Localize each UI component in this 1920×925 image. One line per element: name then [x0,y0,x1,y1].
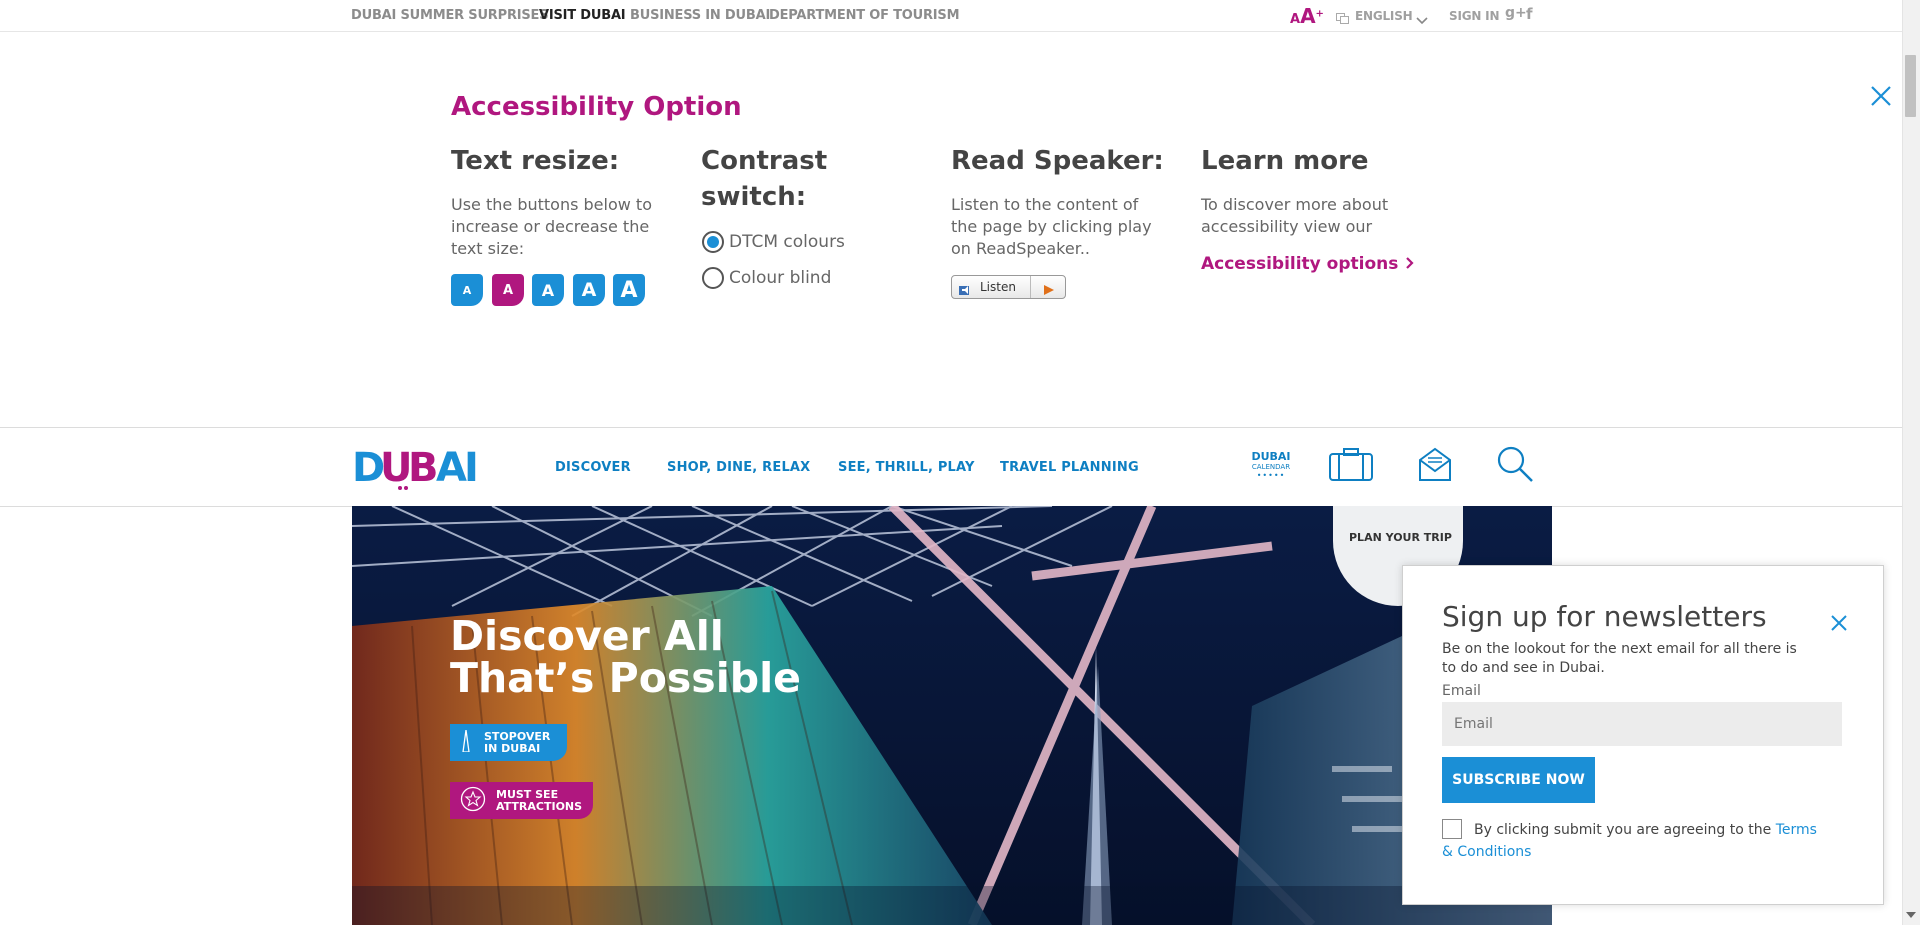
link-visit-dubai[interactable]: VISIT DUBAI [539,8,626,23]
listen-button[interactable]: Listen [951,275,1066,299]
accessibility-options-link[interactable]: Accessibility options [1201,254,1414,274]
radio-dtcm-colours[interactable] [702,231,724,253]
font-size-toggle[interactable]: AA+ [1290,4,1324,28]
read-speaker-description: Listen to the content of the page by cli… [951,195,1152,258]
font-large-glyph: A [1300,4,1316,28]
newsletter-envelope-icon[interactable] [1418,446,1452,486]
mustsee-label-line2: ATTRACTIONS [496,799,583,813]
main-navigation: D U B A I DISCOVER SHOP, DINE, RELAX SEE… [0,427,1902,507]
hero-title-line2: That’s Possible [450,654,801,702]
radio-selected-dot [707,236,719,248]
stopover-label-line1: STOPOVER [484,729,551,743]
svg-text:A: A [436,445,467,491]
radio-colour-blind[interactable] [702,267,724,289]
stopover-label-line2: IN DUBAI [484,741,541,755]
text-resize-description: Use the buttons below to increase or dec… [451,195,652,258]
must-see-attractions-button[interactable]: MUST SEE ATTRACTIONS [450,782,593,819]
facebook-icon[interactable]: f [1526,5,1533,23]
mustsee-label-line1: MUST SEE [496,787,559,801]
nav-see-thrill-play[interactable]: SEE, THRILL, PLAY [838,460,975,475]
contrast-heading-line1: Contrast [701,146,828,176]
newsletter-description: Be on the lookout for the next email for… [1442,641,1797,676]
hero-title-line1: Discover All [450,612,724,660]
listen-label: Listen [980,280,1016,294]
svg-text:I: I [464,445,479,491]
accessibility-title: Accessibility Option [451,92,742,122]
subscribe-now-button[interactable]: SUBSCRIBE NOW [1442,757,1595,803]
speaker-icon [959,281,971,300]
consent-text: By clicking submit you are agreeing to t… [1474,822,1776,838]
consent-text-block: By clicking submit you are agreeing to t… [1442,819,1832,863]
read-speaker-heading: Read Speaker: [951,146,1164,176]
hero-banner: PLAN YOUR TRIP Discover All That’s Possi… [352,506,1552,925]
dubai-calendar-button[interactable]: DUBAI CALENDAR ••••• [1249,451,1293,485]
nav-discover[interactable]: DISCOVER [555,460,631,475]
plan-trip-label: PLAN YOUR TRIP [1349,531,1452,544]
contrast-heading-line2: switch: [701,182,807,212]
text-size-button-2[interactable]: A [492,274,524,306]
link-business-in-dubai[interactable]: BUSINESS IN DUBAI [630,8,770,23]
radio-label-colour-blind[interactable]: Colour blind [729,268,831,288]
top-utility-bar: DUBAI SUMMER SURPRISES VISIT DUBAI BUSIN… [0,0,1902,32]
accessibility-options-label: Accessibility options [1201,254,1399,274]
nav-shop-dine-relax[interactable]: SHOP, DINE, RELAX [667,460,810,475]
suitcase-icon[interactable] [1329,448,1373,486]
text-size-button-1[interactable]: A [451,274,483,306]
font-small-glyph: A [1290,12,1301,27]
newsletter-close-icon[interactable] [1830,614,1848,636]
stopover-label: STOPOVER IN DUBAI [484,729,551,755]
star-icon [460,786,486,815]
email-input[interactable] [1442,702,1842,746]
text-size-button-5[interactable]: A [613,274,645,306]
newsletter-popup: Sign up for newsletters Be on the lookou… [1402,565,1884,905]
email-label: Email [1442,683,1481,699]
radio-label-dtcm-colours[interactable]: DTCM colours [729,232,845,252]
newsletter-title: Sign up for newsletters [1442,600,1767,633]
chevron-down-icon[interactable] [1416,10,1428,29]
text-size-button-3[interactable]: A [532,274,564,306]
link-department-of-tourism[interactable]: DEPARTMENT OF TOURISM [769,8,960,23]
burj-tower-icon [460,729,474,755]
translate-icon [1336,9,1349,24]
link-dubai-summer-surprises[interactable]: DUBAI SUMMER SURPRISES [351,8,549,23]
play-icon [1043,281,1055,300]
scroll-down-arrow-icon[interactable] [1906,912,1916,918]
svg-text:B: B [408,445,437,491]
learn-more-heading: Learn more [1201,146,1369,176]
scrollbar-thumb[interactable] [1905,55,1916,117]
dubai-logo[interactable]: D U B A I [352,443,484,491]
page-scrollbar[interactable] [1902,0,1920,925]
listen-divider [1030,276,1031,298]
text-size-button-4[interactable]: A [573,274,605,306]
close-icon[interactable] [1869,84,1893,112]
font-plus-glyph: + [1315,8,1324,20]
svg-text:U: U [380,445,410,491]
calendar-dots-icon: ••••• [1256,471,1286,480]
google-plus-icon[interactable]: g+ [1505,5,1527,21]
learn-more-description: To discover more about accessibility vie… [1201,195,1389,236]
nav-travel-planning[interactable]: TRAVEL PLANNING [1000,460,1139,475]
text-resize-heading: Text resize: [451,146,620,176]
language-selector[interactable]: ENGLISH [1355,9,1413,23]
mustsee-label: MUST SEE ATTRACTIONS [496,787,583,813]
sign-in-link[interactable]: SIGN IN [1449,9,1499,23]
stopover-in-dubai-button[interactable]: STOPOVER IN DUBAI [450,724,567,761]
chevron-right-icon [1406,254,1414,274]
search-icon[interactable] [1496,445,1534,487]
calendar-label-line1: DUBAI [1251,450,1291,463]
